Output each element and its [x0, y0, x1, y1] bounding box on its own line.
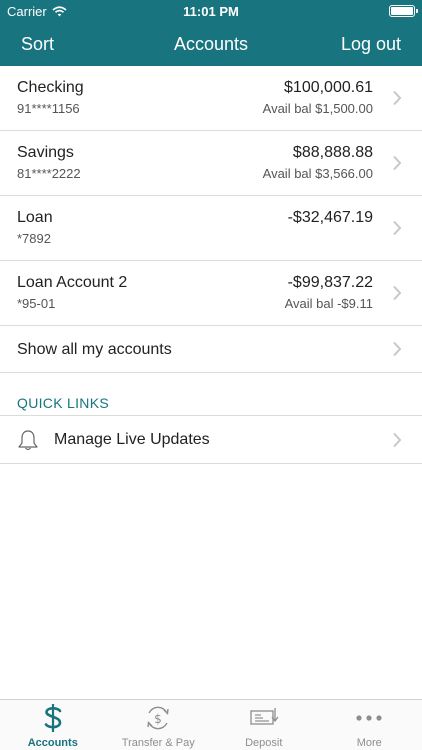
account-name: Loan Account 2	[17, 274, 128, 291]
quick-links-header: QUICK LINKS	[0, 373, 422, 416]
account-balance: $100,000.61	[284, 79, 373, 96]
manage-live-updates-row[interactable]: Manage Live Updates	[0, 416, 422, 464]
tab-bar: Accounts $ Transfer & Pay Deposit More	[0, 699, 422, 750]
account-row-loan[interactable]: Loan *7892 -$32,467.19	[0, 196, 422, 261]
account-number: 81****2222	[17, 166, 81, 181]
available-balance: Avail bal $3,566.00	[262, 166, 373, 181]
manage-live-updates-label: Manage Live Updates	[54, 431, 210, 448]
chevron-right-icon	[393, 341, 402, 357]
show-all-accounts-label: Show all my accounts	[17, 341, 172, 358]
account-balance: $88,888.88	[292, 144, 373, 161]
bell-icon	[18, 430, 38, 451]
chevron-right-icon	[393, 432, 402, 448]
available-balance: Avail bal $1,500.00	[262, 101, 373, 116]
show-all-accounts-row[interactable]: Show all my accounts	[0, 326, 422, 373]
header: Carrier 11:01 PM Sort Accounts Log out	[0, 0, 422, 66]
account-name: Checking	[17, 79, 84, 96]
chevron-right-icon	[393, 285, 402, 301]
chevron-right-icon	[393, 220, 402, 236]
status-bar: Carrier 11:01 PM	[0, 0, 422, 22]
account-number: *95-01	[17, 296, 56, 311]
nav-bar: Sort Accounts Log out	[0, 22, 422, 66]
accounts-list: Checking 91****1156 $100,000.61 Avail ba…	[0, 66, 422, 373]
account-name: Savings	[17, 144, 74, 161]
account-row-savings[interactable]: Savings 81****2222 $88,888.88 Avail bal …	[0, 131, 422, 196]
chevron-right-icon	[393, 155, 402, 171]
battery-icon	[389, 5, 418, 17]
account-row-loan-account-2[interactable]: Loan Account 2 *95-01 -$99,837.22 Avail …	[0, 261, 422, 326]
available-balance: Avail bal -$9.11	[284, 296, 373, 311]
tab-more[interactable]: More	[317, 700, 422, 750]
quick-links-title: QUICK LINKS	[17, 395, 109, 411]
more-dots-icon	[356, 715, 382, 721]
tab-deposit[interactable]: Deposit	[211, 700, 317, 750]
status-time: 11:01 PM	[183, 4, 239, 19]
tab-label: Transfer & Pay	[121, 737, 195, 749]
tab-label: Deposit	[245, 737, 283, 749]
transfer-icon: $	[147, 706, 169, 730]
account-number: *7892	[17, 231, 51, 246]
check-deposit-icon	[250, 708, 279, 725]
account-balance: -$32,467.19	[287, 209, 373, 226]
account-number: 91****1156	[17, 101, 80, 116]
account-balance: -$99,837.22	[287, 274, 373, 291]
account-name: Loan	[17, 209, 53, 226]
tab-transfer-pay[interactable]: $ Transfer & Pay	[106, 700, 212, 750]
account-row-checking[interactable]: Checking 91****1156 $100,000.61 Avail ba…	[0, 66, 422, 131]
logout-button[interactable]: Log out	[341, 34, 401, 55]
tab-label: More	[356, 737, 382, 749]
svg-text:$: $	[154, 712, 162, 726]
dollar-icon	[44, 704, 62, 732]
tab-accounts[interactable]: Accounts	[0, 700, 106, 750]
tab-label: Accounts	[27, 737, 78, 749]
chevron-right-icon	[393, 90, 402, 106]
